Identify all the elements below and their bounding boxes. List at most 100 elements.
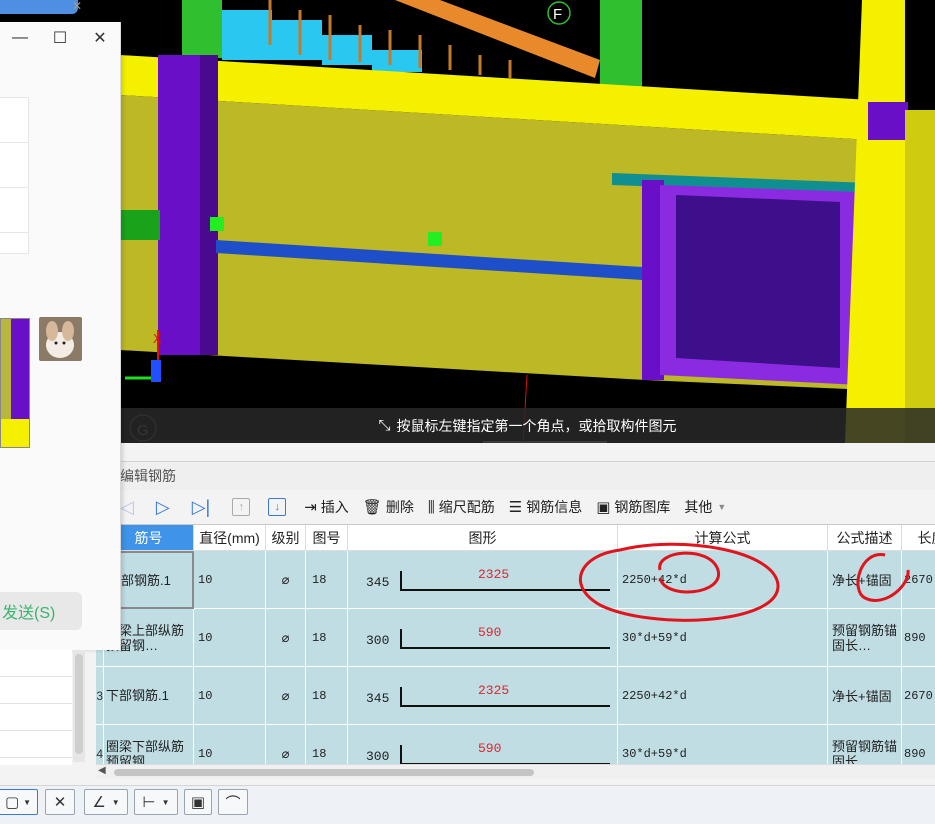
fig-cell[interactable]: 18: [306, 551, 348, 609]
row-number: 4: [96, 725, 104, 765]
rebar-library-label: 钢筋图库: [614, 499, 671, 515]
other-dropdown[interactable]: 其他 ▼: [684, 497, 726, 517]
table-row[interactable]: 4 圈梁下部纵筋预留钢… 10 ⌀ 18 300 590 30*d+59*d 预…: [96, 725, 935, 765]
scale-rebar-button[interactable]: ⫼ 缩尺配筋: [428, 497, 495, 517]
shape-hook: [400, 571, 402, 591]
header-grade[interactable]: 级别: [266, 525, 306, 551]
panel-title: 编辑钢筋: [120, 468, 176, 484]
diameter-cell[interactable]: 10: [194, 609, 266, 667]
rebar-library-button[interactable]: ▣ 钢筋图库: [596, 497, 670, 517]
screen-button[interactable]: ▣: [184, 789, 212, 815]
axis-f-label: F: [553, 6, 562, 23]
scrollbar-thumb[interactable]: [75, 654, 83, 754]
shape-main-length: 2325: [478, 683, 510, 698]
cross-icon: ✕: [53, 794, 67, 811]
move-up-icon[interactable]: ↑: [232, 498, 251, 516]
scrollbar-thumb[interactable]: [114, 769, 534, 776]
chat-message: [0, 187, 29, 233]
rectangle-icon: ▢: [4, 794, 20, 811]
rebar-info-label: 钢筋信息: [526, 499, 583, 515]
status-text: 按鼠标左键指定第一个角点，或拾取构件图元: [396, 417, 677, 434]
delete-button[interactable]: 🗑 删除: [363, 497, 414, 517]
chat-vertical-scrollbar[interactable]: [73, 650, 85, 762]
insert-button[interactable]: ⇥ 插入: [304, 497, 349, 517]
rabbit-sticker-image: [39, 317, 82, 361]
other-label: 其他: [684, 499, 713, 515]
sticker-thumbnail[interactable]: [39, 317, 82, 361]
rebar-info-button[interactable]: ☰ 钢筋信息: [509, 497, 582, 517]
fig-cell[interactable]: 18: [306, 609, 348, 667]
rect-select-button[interactable]: ▢ ▼: [0, 789, 38, 815]
prev-icon[interactable]: ◁: [120, 497, 134, 518]
grid-horizontal-scrollbar[interactable]: ◀: [96, 764, 935, 779]
list-item[interactable]: [0, 704, 72, 731]
list-item[interactable]: [0, 731, 72, 758]
rebar-name-cell[interactable]: 圈梁下部纵筋预留钢…: [104, 725, 194, 765]
fig-cell[interactable]: 18: [306, 725, 348, 765]
cross-button[interactable]: ✕: [45, 789, 75, 815]
header-diameter[interactable]: 直径(mm): [194, 525, 266, 551]
last-icon[interactable]: ▷|: [192, 497, 211, 518]
diameter-cell[interactable]: 10: [194, 667, 266, 725]
shape-left-length: 345: [366, 575, 390, 590]
diameter-cell[interactable]: 10: [194, 551, 266, 609]
insert-label: 插入: [320, 499, 349, 515]
library-icon: ▣: [596, 499, 611, 516]
arc-icon: ⌒: [225, 794, 241, 812]
dropdown-arrow-icon: ▼: [23, 797, 32, 807]
diameter-cell[interactable]: 10: [194, 725, 266, 765]
list-icon: ☰: [508, 499, 523, 516]
image-thumbnail[interactable]: [0, 318, 30, 448]
list-item[interactable]: [0, 677, 72, 704]
rebar-name-cell[interactable]: 下部钢筋.1: [104, 667, 194, 725]
close-icon[interactable]: ✕: [80, 28, 120, 48]
shape-hook: [400, 687, 402, 707]
axis-x-gizmo-label: X: [153, 331, 162, 346]
arc-button[interactable]: ⌒: [218, 789, 248, 815]
bottom-drawing-toolbar: ▢ ▼ ✕ ∠ ▼ ⊢ ▼ ▣ ⌒: [0, 785, 935, 824]
thumbnail-image: [1, 319, 29, 447]
formula-cell[interactable]: 30*d+59*d: [618, 725, 828, 765]
shape-hook: [400, 629, 402, 649]
chat-top-tab[interactable]: [0, 0, 78, 14]
desc-cell[interactable]: 预留钢筋锚固长…: [828, 725, 902, 765]
fig-cell[interactable]: 18: [306, 667, 348, 725]
desc-cell[interactable]: 净长+锚固: [828, 667, 902, 725]
send-button[interactable]: 发送(S): [0, 592, 82, 630]
next-icon[interactable]: ▷: [156, 497, 170, 518]
grade-cell[interactable]: ⌀: [266, 609, 306, 667]
monitor-icon: ▣: [190, 794, 206, 811]
list-item[interactable]: [0, 650, 72, 677]
header-fig[interactable]: 图号: [306, 525, 348, 551]
shape-main-length: 590: [478, 741, 502, 756]
grade-cell[interactable]: ⌀: [266, 667, 306, 725]
dimension-icon: ⊢: [142, 794, 156, 811]
shape-cell[interactable]: 300 590: [348, 725, 618, 765]
shape-bar: [400, 705, 610, 707]
grade-cell[interactable]: ⌀: [266, 551, 306, 609]
model-3d-viewport[interactable]: F X G ⤡ 按鼠标左键指定第一个角点，或拾取构件图元: [0, 0, 935, 443]
shrink-arrows-icon: ⤡: [378, 417, 391, 434]
minimize-icon[interactable]: —: [0, 29, 40, 47]
shape-hook: [400, 745, 402, 765]
length-cell[interactable]: 2670: [902, 667, 935, 725]
dropdown-arrow-icon: ▼: [161, 797, 170, 807]
grade-cell[interactable]: ⌀: [266, 725, 306, 765]
shape-cell[interactable]: 345 2325: [348, 667, 618, 725]
length-cell[interactable]: 890: [902, 725, 935, 765]
angle-icon: ∠: [92, 794, 106, 811]
scroll-left-icon[interactable]: ◀: [98, 765, 106, 776]
shape-left-length: 345: [366, 691, 390, 706]
top-close-icon[interactable]: ✕: [72, 0, 90, 14]
shape-left-length: 300: [366, 749, 390, 764]
maximize-icon[interactable]: ☐: [40, 28, 80, 48]
angle-button[interactable]: ∠ ▼: [84, 789, 128, 815]
model-scene: F X G: [120, 0, 935, 443]
scale-rebar-label: 缩尺配筋: [438, 499, 495, 515]
chat-window: — ☐ ✕ 发送(S): [0, 22, 121, 650]
table-row[interactable]: 3 下部钢筋.1 10 ⌀ 18 345 2325 2250+42*d 净长+锚…: [96, 667, 935, 725]
shape-main-length: 2325: [478, 567, 510, 582]
move-down-icon[interactable]: ↓: [268, 498, 287, 516]
dimension-button[interactable]: ⊢ ▼: [134, 789, 178, 815]
formula-cell[interactable]: 2250+42*d: [618, 667, 828, 725]
